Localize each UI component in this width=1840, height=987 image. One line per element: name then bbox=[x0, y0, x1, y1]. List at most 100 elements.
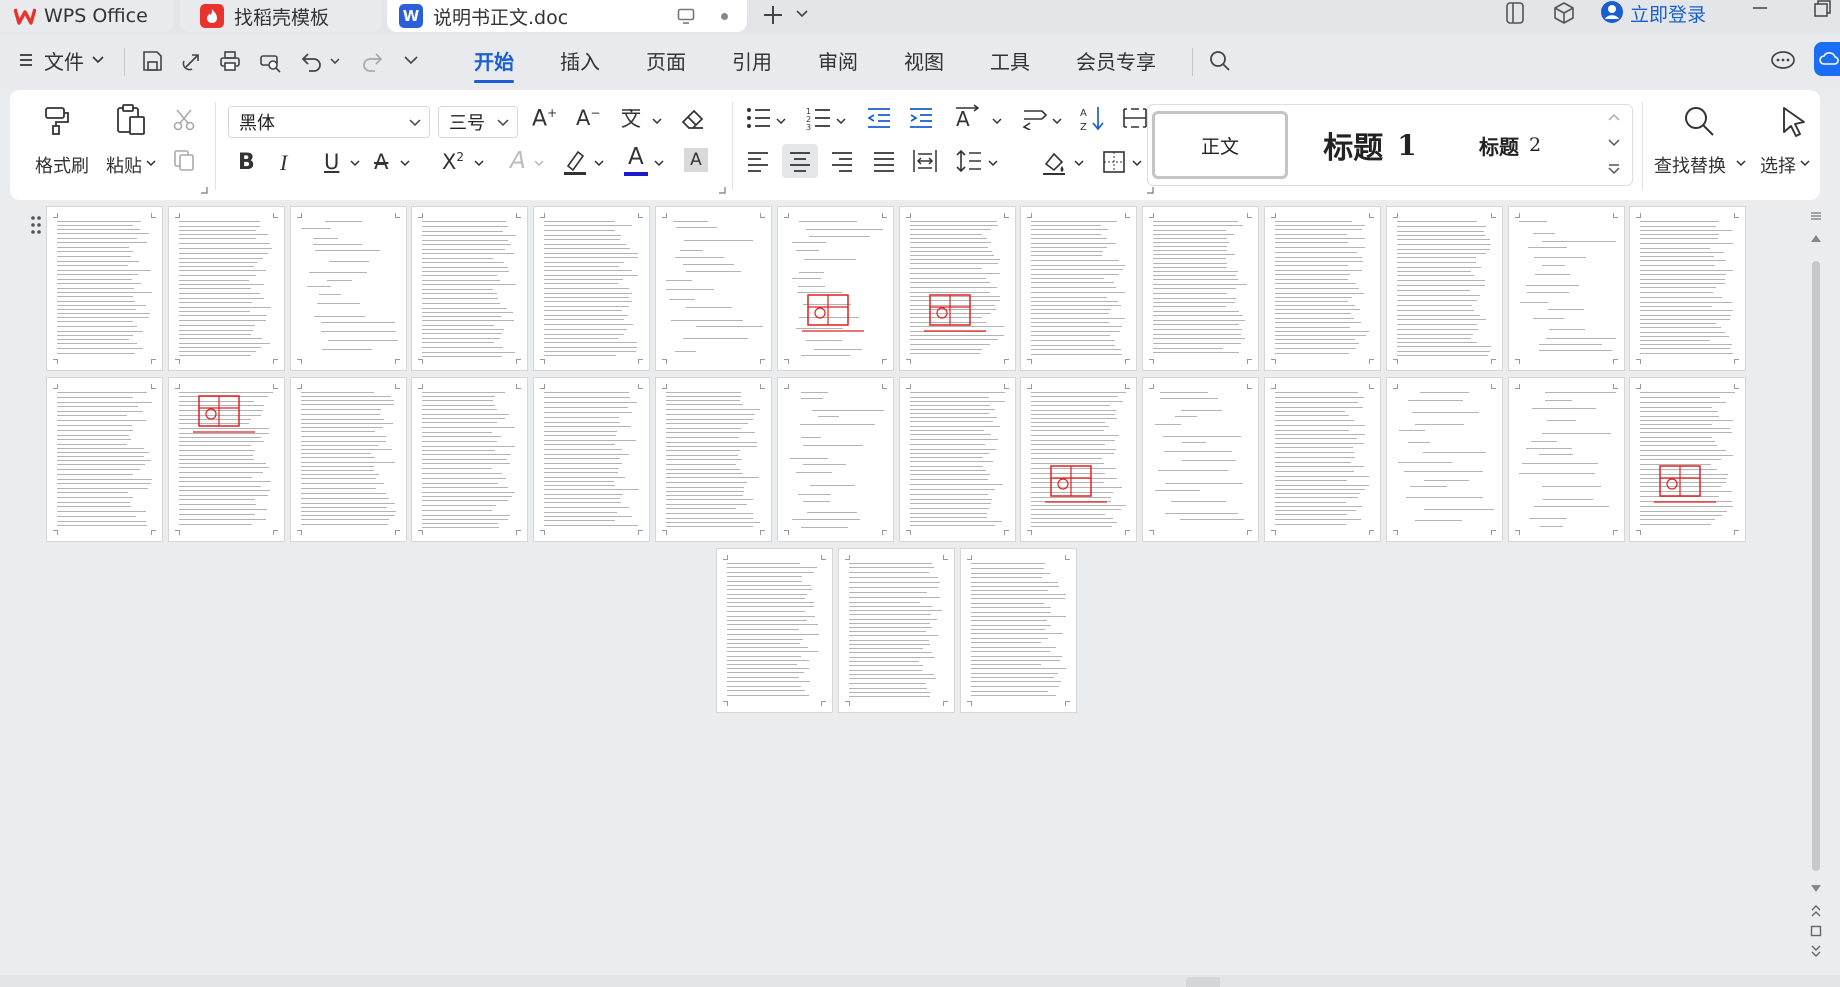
page-thumbnail[interactable] bbox=[655, 377, 772, 542]
page-thumbnail[interactable] bbox=[960, 548, 1077, 713]
page-thumbnail[interactable] bbox=[1020, 206, 1137, 371]
menu-tab-member[interactable]: 会员专享 bbox=[1076, 46, 1156, 75]
underline-button[interactable]: U bbox=[324, 150, 339, 174]
find-replace-chevron-icon[interactable] bbox=[1736, 160, 1746, 166]
bullet-chevron-icon[interactable] bbox=[776, 118, 786, 124]
paste-icon[interactable] bbox=[114, 102, 148, 136]
char-shading-button[interactable]: A bbox=[684, 148, 708, 172]
shading-chevron-icon[interactable] bbox=[1074, 160, 1084, 166]
text-effect-button[interactable]: A bbox=[510, 148, 526, 174]
phonetic-chevron-icon[interactable] bbox=[652, 118, 662, 124]
line-spacing-chevron-icon[interactable] bbox=[988, 160, 998, 166]
page-thumbnail[interactable] bbox=[290, 206, 407, 371]
undo-icon[interactable] bbox=[300, 49, 324, 73]
text-effect-chevron-icon[interactable] bbox=[534, 160, 544, 166]
styles-scroll-down-icon[interactable] bbox=[1608, 139, 1620, 147]
line-break-chevron-icon[interactable] bbox=[1052, 118, 1062, 124]
superscript-button[interactable]: X2 bbox=[442, 150, 464, 174]
tablet-mode-icon[interactable] bbox=[1504, 1, 1526, 25]
page-thumbnail[interactable] bbox=[533, 206, 650, 371]
page-thumbnail[interactable] bbox=[168, 206, 285, 371]
menu-tab-insert[interactable]: 插入 bbox=[560, 46, 600, 75]
undo-chevron-icon[interactable] bbox=[330, 58, 340, 64]
font-color-button[interactable]: A bbox=[628, 144, 644, 170]
file-menu[interactable]: 文件 bbox=[44, 46, 84, 75]
page-thumbnail[interactable] bbox=[46, 377, 163, 542]
bold-button[interactable]: B bbox=[238, 150, 255, 175]
search-icon[interactable] bbox=[1208, 49, 1232, 73]
page-thumbnail[interactable] bbox=[1629, 377, 1746, 542]
align-left-icon[interactable] bbox=[746, 150, 770, 172]
vertical-scrollbar[interactable] bbox=[1804, 205, 1830, 975]
styles-expand-icon[interactable] bbox=[1608, 163, 1620, 175]
page-thumbnail[interactable] bbox=[777, 377, 894, 542]
page-thumbnail[interactable] bbox=[1386, 377, 1503, 542]
drag-handle-icon[interactable] bbox=[30, 215, 42, 235]
page-thumbnail[interactable] bbox=[290, 377, 407, 542]
export-link-icon[interactable] bbox=[180, 49, 204, 73]
justify-icon[interactable] bbox=[872, 150, 896, 172]
user-avatar-icon[interactable] bbox=[1600, 0, 1624, 24]
paste-label[interactable]: 粘贴 bbox=[106, 152, 142, 178]
cut-icon[interactable] bbox=[172, 108, 196, 132]
page-thumbnail[interactable] bbox=[1264, 377, 1381, 542]
group-launcher-icon[interactable] bbox=[200, 186, 208, 194]
page-thumbnail[interactable] bbox=[655, 206, 772, 371]
page-thumbnail[interactable] bbox=[1142, 206, 1259, 371]
select-object-icon[interactable] bbox=[1810, 925, 1822, 937]
page-thumbnail[interactable] bbox=[716, 548, 833, 713]
highlight-chevron-icon[interactable] bbox=[594, 160, 604, 166]
align-right-icon[interactable] bbox=[830, 150, 854, 172]
borders-icon[interactable] bbox=[1102, 150, 1126, 174]
page-thumbnail[interactable] bbox=[1629, 206, 1746, 371]
print-preview-icon[interactable] bbox=[258, 49, 282, 73]
font-color-chevron-icon[interactable] bbox=[654, 160, 664, 166]
menu-tab-review[interactable]: 审阅 bbox=[818, 46, 858, 75]
scroll-thumb[interactable] bbox=[1812, 261, 1820, 871]
page-thumbnail[interactable] bbox=[411, 206, 528, 371]
superscript-chevron-icon[interactable] bbox=[474, 160, 484, 166]
page-thumbnail[interactable] bbox=[1508, 206, 1625, 371]
page-thumbnail[interactable] bbox=[168, 377, 285, 542]
page-thumbnail[interactable] bbox=[899, 206, 1016, 371]
page-thumbnail[interactable] bbox=[838, 548, 955, 713]
shading-icon[interactable] bbox=[1040, 148, 1068, 176]
bullet-list-icon[interactable] bbox=[746, 106, 772, 130]
page-view-button[interactable] bbox=[1186, 977, 1220, 987]
monitor-icon[interactable] bbox=[677, 8, 695, 24]
hamburger-icon[interactable] bbox=[18, 52, 34, 68]
new-tab-icon[interactable] bbox=[760, 2, 786, 28]
font-size-select[interactable]: 三号 bbox=[438, 106, 518, 138]
minimize-icon[interactable] bbox=[1752, 6, 1768, 10]
cube-icon[interactable] bbox=[1552, 1, 1576, 25]
print-icon[interactable] bbox=[218, 49, 242, 73]
borders-chevron-icon[interactable] bbox=[1132, 160, 1142, 166]
group-launcher-icon[interactable] bbox=[1146, 186, 1154, 194]
copy-icon[interactable] bbox=[172, 148, 196, 172]
find-replace-icon[interactable] bbox=[1682, 104, 1716, 138]
select-chevron-icon[interactable] bbox=[1800, 160, 1810, 166]
paste-chevron-icon[interactable] bbox=[146, 160, 156, 166]
select-cursor-icon[interactable] bbox=[1778, 104, 1810, 138]
underline-chevron-icon[interactable] bbox=[350, 160, 360, 166]
menu-tab-page[interactable]: 页面 bbox=[646, 46, 686, 75]
redo-icon[interactable] bbox=[360, 49, 384, 73]
clear-format-icon[interactable] bbox=[680, 106, 706, 132]
grow-font-icon[interactable]: A+ bbox=[532, 106, 557, 131]
scroll-up-icon[interactable] bbox=[1811, 235, 1821, 242]
strikethrough-button[interactable]: A bbox=[374, 150, 388, 174]
font-name-select[interactable]: 黑体 bbox=[228, 106, 430, 138]
italic-button[interactable]: I bbox=[280, 150, 287, 176]
page-thumbnail[interactable] bbox=[777, 206, 894, 371]
style-heading-2[interactable]: 标题 2 bbox=[1450, 115, 1570, 175]
tab-document[interactable]: W 说明书正文.doc bbox=[387, 0, 747, 32]
text-direction-chevron-icon[interactable] bbox=[992, 118, 1002, 124]
collapse-icon[interactable] bbox=[1810, 211, 1822, 223]
menu-tab-view[interactable]: 视图 bbox=[904, 46, 944, 75]
prev-page-icon[interactable] bbox=[1810, 905, 1822, 917]
page-thumbnail[interactable] bbox=[899, 377, 1016, 542]
line-break-icon[interactable] bbox=[1022, 106, 1048, 130]
format-painter-label[interactable]: 格式刷 bbox=[35, 152, 89, 178]
maximize-icon[interactable] bbox=[1812, 0, 1832, 18]
menu-tab-tools[interactable]: 工具 bbox=[990, 46, 1030, 75]
